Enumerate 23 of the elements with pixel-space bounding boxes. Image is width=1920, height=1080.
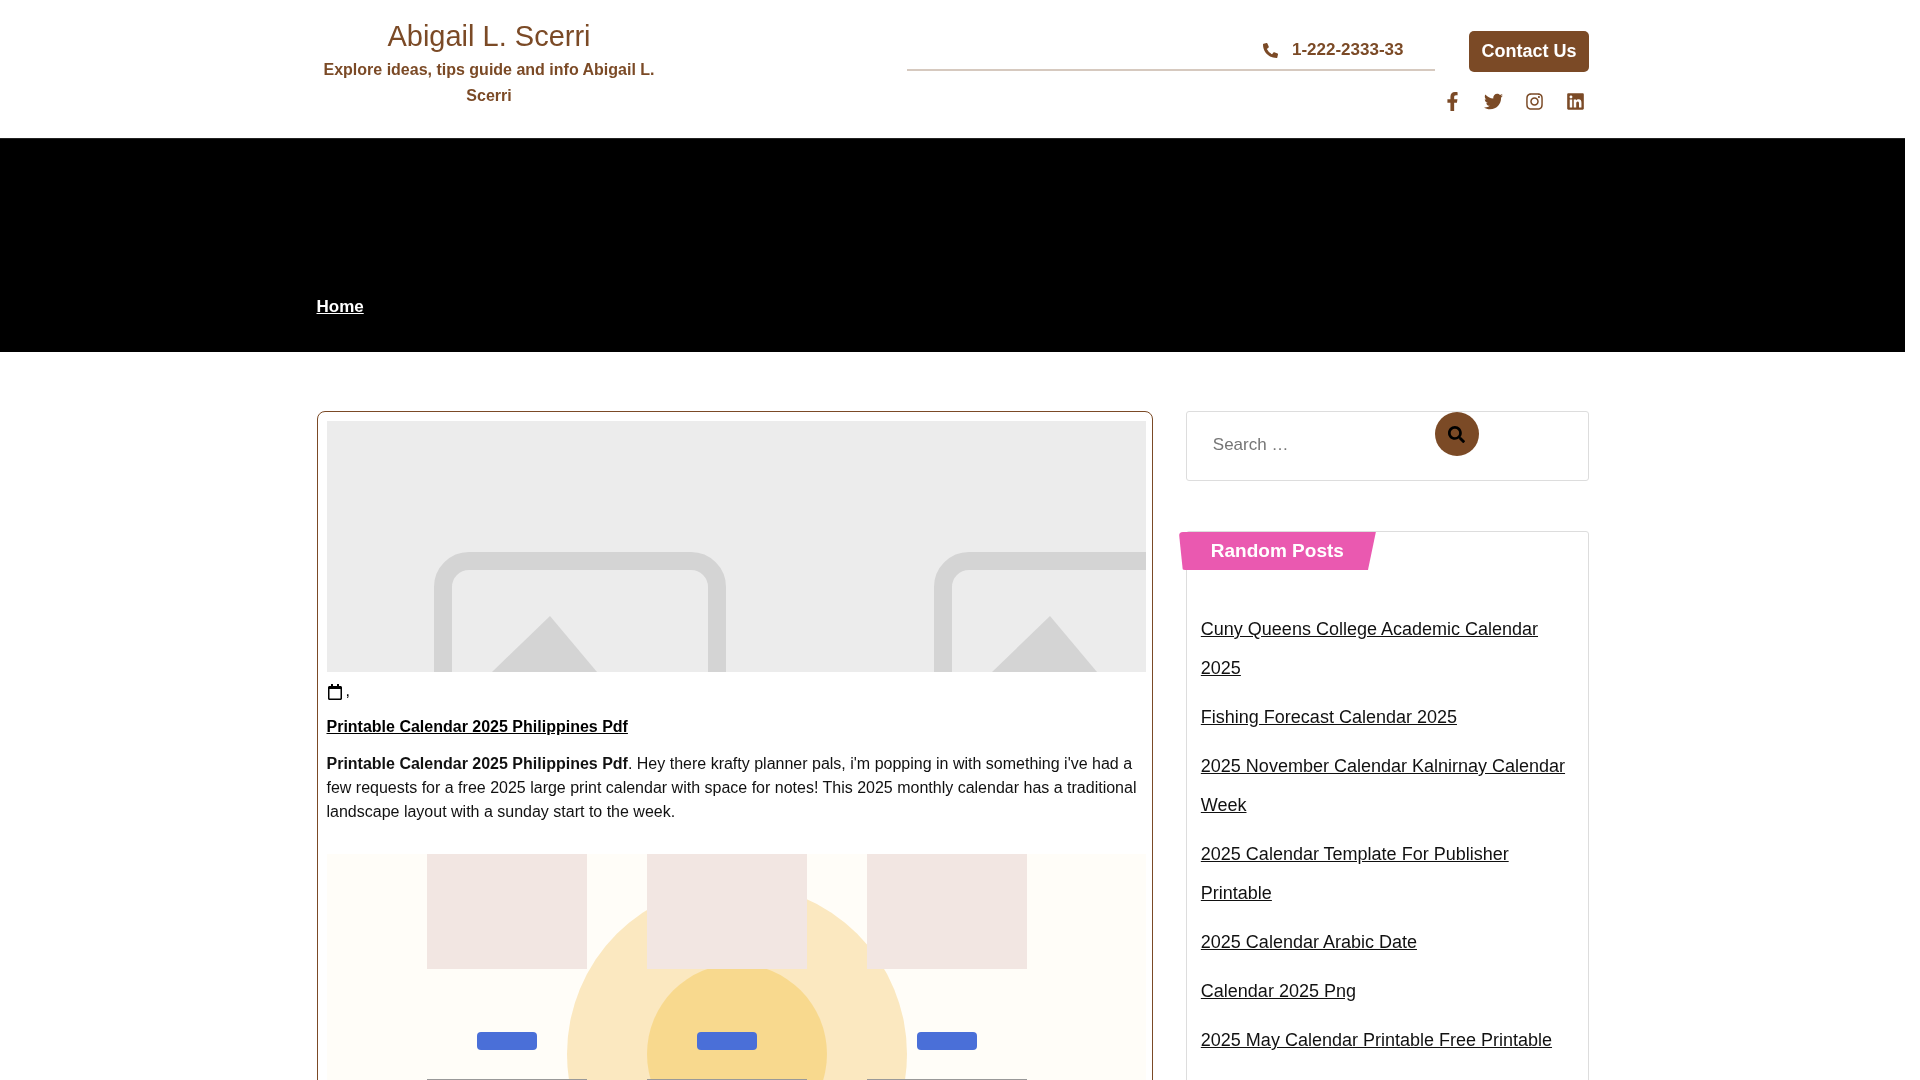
post-link[interactable]: Fishing Forecast Calendar 2025 [1200,698,1574,737]
post-link[interactable]: Calendar 2025 Png [1200,972,1574,1011]
post-link[interactable]: 2025 Calendar Arabic Date [1200,923,1574,962]
post-excerpt: Printable Calendar 2025 Philippines Pdf. Hey there krafty planner pals, i'm popping in with something i've had a few requests for a free 2025 large print calendar with space for notes! This 2025 monthly calendar has a traditional landscape layout with a sunday start to the week. [326,754,1138,822]
date-separator: , [345,682,350,700]
site-tagline: Explore ideas, tips guide and info Abigail L. Scerri [322,60,656,106]
post-title[interactable]: Printable Calendar 2025 Philippines Pdf [326,718,628,736]
search-button[interactable] [1434,412,1479,456]
instagram-icon[interactable] [1524,92,1544,111]
phone-icon [1262,42,1278,58]
post-link[interactable]: 2025 November Calendar Kalnirnay Calendar Week [1200,747,1574,825]
search-icon [1448,425,1466,443]
breadcrumb-link[interactable]: Home [316,297,364,317]
site-title[interactable]: Abigail L. Scerri [387,20,591,53]
linkedin-icon[interactable] [1565,92,1585,111]
twitter-icon[interactable] [1483,92,1503,111]
post-link[interactable]: Cuny Queens College Academic Calendar 2025 [1200,610,1574,688]
post-link[interactable]: 2025 Calendar Template For Publisher Printable [1200,835,1574,913]
post-link[interactable]: 2025 May Calendar Printable Free Printable [1200,1021,1574,1060]
phone-number: 1-222-2333-33 [1291,40,1404,60]
contact-button[interactable]: Contact Us [1469,31,1589,72]
widget-title: Random Posts [1178,532,1376,570]
calendar-icon [326,684,343,700]
